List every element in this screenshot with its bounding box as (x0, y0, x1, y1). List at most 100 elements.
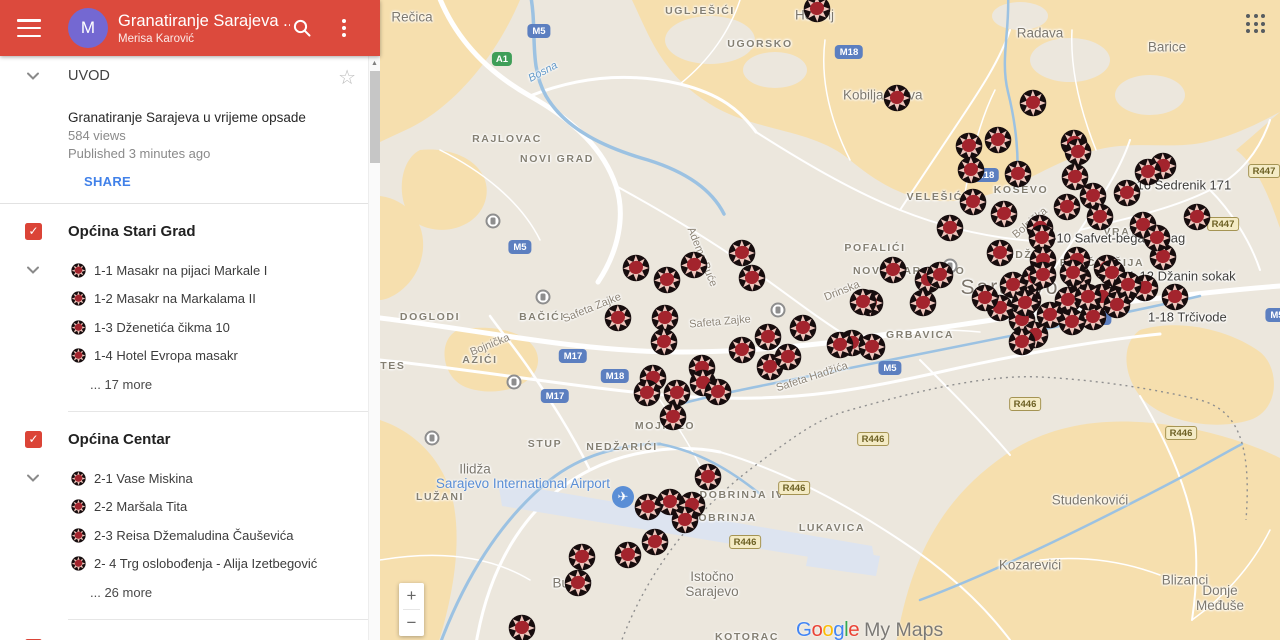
shell-marker[interactable] (990, 200, 1018, 228)
layer-item-label: 1-1 Masakr na pijaci Markale I (94, 263, 267, 278)
shell-marker[interactable] (803, 0, 831, 23)
shell-marker[interactable] (694, 463, 722, 491)
shell-marker[interactable] (1143, 224, 1171, 252)
layer-item-label: 2-1 Vase Miskina (94, 471, 193, 486)
divider (68, 411, 380, 412)
zoom-control: + − (399, 583, 424, 636)
shell-marker[interactable] (1008, 328, 1036, 356)
explosion-icon (71, 471, 86, 486)
views-count: 584 views (68, 128, 380, 143)
shell-marker[interactable] (849, 288, 877, 316)
shell-marker[interactable] (971, 284, 999, 312)
shell-marker[interactable] (774, 343, 802, 371)
shell-marker[interactable] (633, 379, 661, 407)
star-icon[interactable]: ☆ (338, 65, 356, 90)
show-more-items[interactable]: ... 26 more (0, 578, 380, 606)
shell-marker[interactable] (1183, 203, 1211, 231)
shell-marker[interactable] (959, 188, 987, 216)
shell-marker[interactable] (1029, 261, 1057, 289)
shell-marker[interactable] (641, 528, 669, 556)
layer-item[interactable]: 2-2 Maršala Tita (0, 493, 380, 522)
avatar: M (68, 8, 108, 48)
layer-items: 1-1 Masakr na pijaci Markale I 1-2 Masakr… (0, 248, 380, 398)
shell-marker[interactable] (704, 378, 732, 406)
shell-marker[interactable] (568, 543, 596, 571)
layer-checkbox[interactable]: ✓ (25, 431, 42, 448)
show-more-items[interactable]: ... 17 more (0, 370, 380, 398)
shell-marker[interactable] (728, 336, 756, 364)
shell-marker[interactable] (659, 403, 687, 431)
shell-marker[interactable] (1053, 193, 1081, 221)
map-terrain (380, 0, 1280, 640)
shell-marker[interactable] (1103, 291, 1131, 319)
layer-item[interactable]: 1-1 Masakr na pijaci Markale I (0, 256, 380, 285)
shell-marker[interactable] (564, 569, 592, 597)
shell-marker[interactable] (653, 266, 681, 294)
shell-marker[interactable] (826, 331, 854, 359)
shell-marker[interactable] (634, 493, 662, 521)
layer-item[interactable]: 1-3 Dženetića čikma 10 (0, 313, 380, 342)
shell-marker[interactable] (1086, 203, 1114, 231)
shell-marker[interactable] (909, 289, 937, 317)
shell-marker[interactable] (508, 614, 536, 640)
shell-marker[interactable] (1113, 179, 1141, 207)
shell-marker[interactable] (680, 251, 708, 279)
shell-marker[interactable] (1058, 308, 1086, 336)
more-options-icon[interactable] (332, 16, 356, 40)
shell-marker[interactable] (728, 239, 756, 267)
layer-item-label: 1-4 Hotel Evropa masakr (94, 348, 238, 363)
google-apps-grid-icon[interactable] (1246, 14, 1266, 34)
shell-marker[interactable] (1004, 160, 1032, 188)
shell-marker[interactable] (957, 156, 985, 184)
legend-sidebar: UVOD ☆ Granatiranje Sarajeva u vrijeme o… (0, 56, 380, 640)
shell-marker[interactable] (604, 304, 632, 332)
layer-item[interactable]: 2-3 Reisa Džemaludina Čauševića (0, 521, 380, 550)
chevron-down-icon[interactable] (24, 67, 42, 85)
shell-marker[interactable] (936, 214, 964, 242)
layer-group-header: ✓Općina Novo Sarajevo (0, 630, 380, 640)
app-header: M Granatiranje Sarajeva ... Merisa Karov… (0, 0, 380, 56)
layer-item[interactable]: 1-2 Masakr na Markalama II (0, 285, 380, 314)
share-button[interactable]: SHARE (84, 174, 131, 189)
zoom-out-button[interactable]: − (399, 610, 424, 636)
shell-marker[interactable] (1161, 283, 1189, 311)
chevron-down-icon[interactable] (24, 469, 42, 487)
chevron-down-icon[interactable] (24, 261, 42, 279)
shell-marker[interactable] (614, 541, 642, 569)
sidebar-scrollbar[interactable]: ▲ (368, 56, 380, 640)
layer-item-label: 2-3 Reisa Džemaludina Čauševića (94, 528, 293, 543)
menu-icon[interactable] (17, 19, 41, 37)
layer-item[interactable]: 1-4 Hotel Evropa masakr (0, 342, 380, 371)
train-station-icon (425, 431, 440, 446)
train-station-icon (536, 290, 551, 305)
shell-marker[interactable] (789, 314, 817, 342)
my-maps-label: My Maps (864, 619, 943, 640)
shell-marker[interactable] (1019, 89, 1047, 117)
shell-marker[interactable] (1074, 283, 1102, 311)
shell-marker[interactable] (883, 84, 911, 112)
shell-marker[interactable] (984, 126, 1012, 154)
shell-marker[interactable] (1064, 138, 1092, 166)
shell-marker[interactable] (858, 333, 886, 361)
shell-marker[interactable] (650, 328, 678, 356)
layer-item[interactable]: 2-1 Vase Miskina (0, 464, 380, 493)
layer-item[interactable]: 2- 4 Trg oslobođenja - Alija Izetbegović (0, 550, 380, 579)
published-time: Published 3 minutes ago (68, 146, 380, 161)
map-attribution[interactable]: Google My Maps (796, 618, 943, 640)
zoom-in-button[interactable]: + (399, 583, 424, 609)
shell-marker[interactable] (671, 506, 699, 534)
shell-marker[interactable] (879, 256, 907, 284)
layer-item-label: 1-3 Dženetića čikma 10 (94, 320, 230, 335)
shell-marker[interactable] (738, 264, 766, 292)
shell-marker[interactable] (926, 261, 954, 289)
map-canvas[interactable]: SarajevoUGLJEŠIĆIUGORSKORAJLOVACNOVI GRA… (380, 0, 1280, 640)
scroll-up-icon[interactable]: ▲ (369, 56, 380, 67)
shell-marker[interactable] (1011, 289, 1039, 317)
layer-checkbox[interactable]: ✓ (25, 223, 42, 240)
google-logo[interactable]: Google (796, 618, 859, 640)
shell-marker[interactable] (986, 239, 1014, 267)
shell-marker[interactable] (622, 254, 650, 282)
explosion-icon (71, 348, 86, 363)
scrollbar-thumb[interactable] (370, 71, 380, 163)
search-icon[interactable] (290, 16, 314, 40)
